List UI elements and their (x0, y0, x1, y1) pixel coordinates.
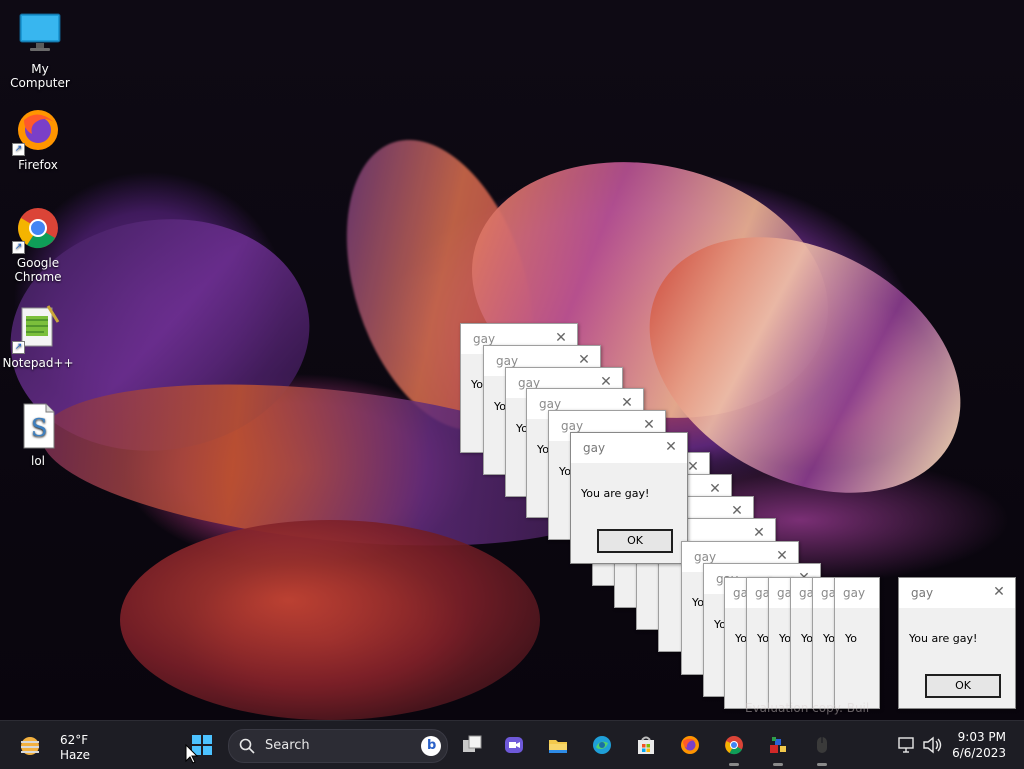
clock-date: 6/6/2023 (952, 746, 1006, 760)
dialog-message: Yo (471, 378, 483, 391)
dialog-title: gay (473, 332, 496, 346)
close-icon[interactable]: ✕ (707, 481, 723, 497)
notepad-plus-plus-icon: ↗ (12, 304, 62, 354)
weather-text: 62°F Haze (60, 733, 90, 763)
file-explorer-icon (548, 735, 568, 755)
desktop-icon-my-computer[interactable]: My Computer (2, 10, 78, 90)
running-indicator (729, 763, 739, 766)
dialog-titlebar[interactable]: gay ✕ (899, 578, 1015, 608)
dialog-titlebar[interactable]: gay ✕ (571, 433, 687, 463)
close-icon[interactable]: ✕ (641, 417, 657, 433)
running-indicator (773, 763, 783, 766)
task-view-icon (462, 735, 482, 755)
store-icon (636, 735, 656, 755)
close-icon[interactable]: ✕ (619, 395, 635, 411)
edge-icon (592, 735, 612, 755)
monitor-icon (16, 10, 64, 58)
close-icon[interactable]: ✕ (751, 525, 767, 541)
dialog-title: gay (561, 419, 584, 433)
mouse-app-button[interactable] (802, 725, 842, 766)
weather-condition: Haze (60, 748, 91, 762)
dialog-title: gay (583, 441, 606, 455)
desktop-icon-label: Google Chrome (14, 256, 62, 284)
desktop-icon-label: Firefox (18, 158, 58, 172)
chrome-taskbar-button[interactable] (714, 725, 754, 766)
firefox-icon (680, 735, 700, 755)
weather-temp: 62°F (60, 733, 89, 747)
message-dialog[interactable]: gay ✕ You are gay! OK (898, 577, 1016, 709)
chrome-icon (724, 735, 744, 755)
desktop-icon-lol[interactable]: S lol (0, 402, 76, 468)
clock[interactable]: 9:03 PM 6/6/2023 (952, 729, 1006, 761)
dialog-message: You are gay! (909, 632, 978, 645)
ok-button[interactable]: OK (925, 674, 1001, 698)
file-explorer-button[interactable] (538, 725, 578, 765)
taskbar: 62°F Haze Search b 9:03 PM 6/6/2023 (0, 720, 1024, 769)
dialog-title: gay (911, 586, 934, 600)
close-icon[interactable]: ✕ (576, 352, 592, 368)
shortcut-arrow-icon: ↗ (12, 143, 25, 156)
desktop-icon-label: My Computer (10, 62, 70, 90)
evaluation-watermark: Evaluation copy. Buil (745, 701, 870, 715)
search-box[interactable]: Search b (228, 729, 448, 763)
dialog-titlebar[interactable]: gay (835, 578, 879, 608)
shortcut-arrow-icon: ↗ (12, 241, 25, 254)
volume-icon[interactable] (922, 736, 942, 754)
wizard-app-button[interactable] (758, 725, 798, 766)
task-view-button[interactable] (452, 725, 492, 765)
search-label: Search (265, 738, 310, 753)
desktop-icon-firefox[interactable]: ↗ Firefox (0, 106, 76, 172)
close-icon[interactable]: ✕ (663, 439, 679, 455)
edge-button[interactable] (582, 725, 622, 765)
message-dialog-active[interactable]: gay ✕ You are gay! OK (570, 432, 688, 564)
firefox-icon: ↗ (12, 106, 62, 156)
search-icon (239, 738, 255, 754)
running-indicator (817, 763, 827, 766)
network-icon[interactable] (898, 736, 916, 754)
close-icon[interactable]: ✕ (774, 548, 790, 564)
message-dialog[interactable]: gay Yo (834, 577, 880, 709)
dialog-title: gay (539, 397, 562, 411)
dialog-message: Yo (845, 632, 857, 645)
chrome-icon: ↗ (12, 204, 62, 254)
close-icon[interactable]: ✕ (729, 503, 745, 519)
meet-icon (504, 735, 524, 755)
desktop-icon-label: Notepad++ (2, 356, 74, 370)
dialog-title: gay (496, 354, 519, 368)
wizard-app-icon (768, 735, 788, 755)
store-button[interactable] (626, 725, 666, 765)
mouse-cursor-icon (185, 743, 199, 764)
mouse-app-icon (812, 735, 832, 755)
desktop-icon-google-chrome[interactable]: ↗ Google Chrome (0, 204, 76, 284)
bing-icon[interactable]: b (421, 736, 441, 756)
meet-button[interactable] (494, 725, 534, 765)
script-file-icon: S (14, 402, 62, 450)
weather-widget[interactable]: 62°F Haze (10, 725, 130, 765)
close-icon[interactable]: ✕ (991, 584, 1007, 600)
shortcut-arrow-icon: ↗ (12, 341, 25, 354)
clock-time: 9:03 PM (957, 730, 1006, 744)
wallpaper-ribbon (120, 520, 540, 720)
desktop-icon-label: lol (30, 454, 45, 468)
close-icon[interactable]: ✕ (553, 330, 569, 346)
ok-button[interactable]: OK (597, 529, 673, 553)
svg-text:S: S (31, 414, 47, 442)
firefox-taskbar-button[interactable] (670, 725, 710, 765)
weather-haze-icon (18, 734, 42, 758)
dialog-title: gay (843, 586, 866, 600)
dialog-message: You are gay! (581, 487, 650, 500)
desktop-icon-notepad-plus-plus[interactable]: ↗ Notepad++ (0, 304, 76, 370)
dialog-title: gay (694, 550, 717, 564)
